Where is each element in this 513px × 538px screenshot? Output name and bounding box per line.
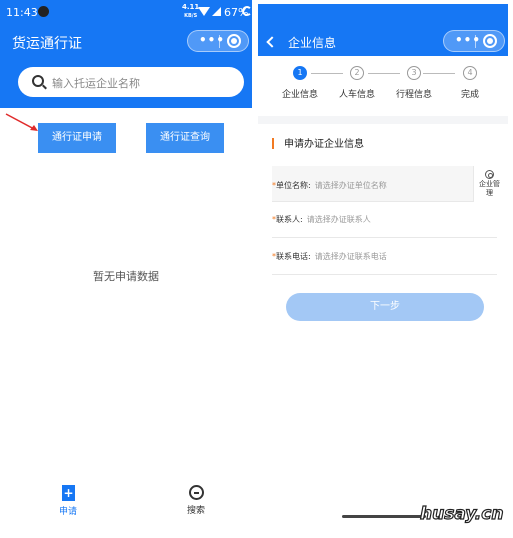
- search-chat-icon: [188, 485, 204, 500]
- step-1: 1 企业信息: [270, 66, 330, 100]
- field-label: 联系电话:: [276, 252, 311, 261]
- field-placeholder: 请选择办证联系电话: [314, 252, 387, 261]
- search-band: 输入托运企业名称: [0, 58, 252, 108]
- step-number: 1: [293, 66, 307, 80]
- section-title: 申请办证企业信息: [272, 135, 364, 150]
- battery-ring-icon: [242, 6, 252, 16]
- back-arrow-icon[interactable]: [266, 36, 278, 48]
- network-speed: 4.11 KB/S: [182, 3, 199, 20]
- section-divider: [258, 116, 508, 124]
- step-label: 完成: [460, 90, 479, 100]
- more-dots-icon[interactable]: •••: [455, 33, 481, 47]
- close-target-icon[interactable]: [483, 34, 497, 48]
- network-speed-value: 4.11: [182, 3, 200, 11]
- company-manage-button[interactable]: 企业管理: [473, 166, 505, 202]
- app-header: 企业信息 •••: [258, 4, 508, 56]
- page-title: 货运通行证: [12, 36, 82, 52]
- step-4: 4 完成: [440, 66, 500, 100]
- permit-query-button[interactable]: 通行证查询: [146, 123, 224, 153]
- field-placeholder: 请选择办证单位名称: [314, 181, 387, 190]
- red-arrow-annotation-icon: [5, 113, 38, 131]
- contact-person-field[interactable]: *联系人: 请选择办证联系人: [272, 202, 497, 238]
- close-target-icon[interactable]: [227, 34, 241, 48]
- step-number: 3: [407, 66, 421, 80]
- section-accent-mark: [272, 138, 274, 149]
- status-time: 11:43: [6, 6, 38, 19]
- miniapp-capsule: •••: [443, 30, 505, 52]
- tab-apply[interactable]: 申请: [48, 485, 88, 517]
- step-2: 2 人车信息: [327, 66, 387, 100]
- search-placeholder: 输入托运企业名称: [52, 77, 140, 90]
- next-step-button[interactable]: 下一步: [286, 293, 484, 321]
- permit-apply-button[interactable]: 通行证申请: [38, 123, 116, 153]
- left-screen: 11:43 4.11 KB/S 67% 货运通行证 ••• 输入托运企业名称 通…: [0, 0, 252, 538]
- field-label: 单位名称:: [276, 181, 311, 190]
- home-indicator[interactable]: [342, 515, 426, 518]
- company-manage-label: 企业管理: [479, 180, 500, 197]
- step-3: 3 行程信息: [384, 66, 444, 100]
- capsule-divider: [475, 35, 476, 48]
- section-title-text: 申请办证企业信息: [284, 139, 364, 150]
- empty-state-text: 暂无申请数据: [93, 270, 159, 283]
- document-plus-icon: [61, 485, 75, 501]
- step-number: 2: [350, 66, 364, 80]
- tab-search-label: 搜索: [186, 506, 205, 516]
- field-label: 联系人:: [276, 215, 303, 224]
- company-name-field[interactable]: *单位名称: 请选择办证单位名称 企业管理: [272, 166, 505, 202]
- right-screen: 企业信息 ••• 1 企业信息 2 人车信息 3 行程信息 4 完成 申请办证企…: [258, 4, 508, 538]
- network-speed-unit: KB/S: [184, 13, 198, 19]
- step-label: 人车信息: [338, 90, 375, 100]
- capsule-divider: [219, 35, 220, 48]
- page-title: 企业信息: [288, 36, 337, 50]
- step-number: 4: [463, 66, 477, 80]
- contact-phone-field[interactable]: *联系电话: 请选择办证联系电话: [272, 238, 497, 275]
- field-placeholder: 请选择办证联系人: [306, 215, 371, 224]
- status-bar: 11:43 4.11 KB/S 67%: [0, 0, 252, 24]
- search-icon: [32, 75, 44, 87]
- tab-apply-label: 申请: [58, 507, 77, 517]
- watermark: husay.cn: [419, 503, 504, 524]
- wifi-icon: [198, 7, 210, 16]
- step-label: 企业信息: [281, 90, 318, 100]
- miniapp-capsule: •••: [187, 30, 249, 52]
- tiktok-icon: [38, 6, 49, 17]
- more-dots-icon[interactable]: •••: [199, 33, 225, 47]
- step-label: 行程信息: [395, 90, 432, 100]
- search-input[interactable]: 输入托运企业名称: [18, 67, 244, 97]
- signal-icon: [212, 7, 221, 16]
- tab-search[interactable]: 搜索: [176, 485, 216, 516]
- app-header: 货运通行证 •••: [0, 24, 252, 58]
- gear-icon: [485, 170, 494, 179]
- progress-steps: 1 企业信息 2 人车信息 3 行程信息 4 完成: [258, 66, 508, 116]
